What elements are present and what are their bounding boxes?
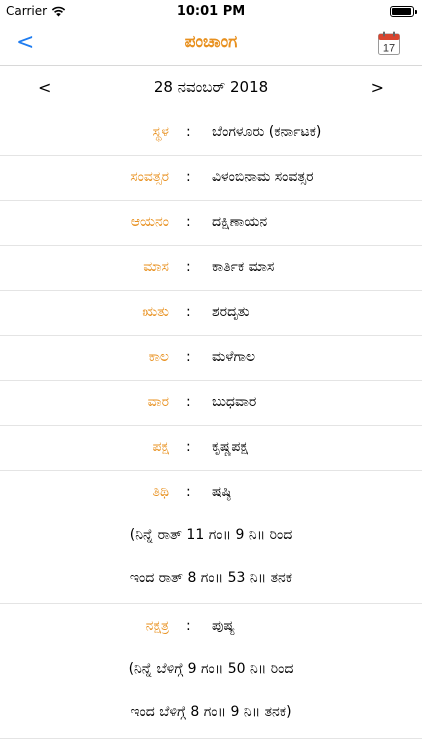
row-colon: : [186,349,191,365]
tithi-label: ತಿಥಿ [152,484,169,500]
nakshatra-label: ನಕ್ಷತ್ರ [145,618,169,634]
row-colon: : [186,618,191,634]
tithi-value: ಷಷ್ಠಿ [212,484,232,500]
row-colon: : [186,214,191,230]
row-ayana: ಆಯನಂ : ದಕ್ಷಿಣಾಯನ [0,201,422,246]
row-nakshatra: ನಕ್ಷತ್ರ : ಪುಷ್ಯ (ನಿನ್ನೆ ಬೆಳಿಗ್ಗೆ 9 ಗಂ॥ 5… [0,605,422,739]
row-colon: : [186,169,191,185]
row-masa: ಮಾಸ : ಕಾರ್ತಿಕ ಮಾಸ [0,246,422,291]
row-tithi: ತಿಥಿ : ಷಷ್ಠಿ (ನಿನ್ನೆ ರಾತ್ 11 ಗಂ॥ 9 ನಿ॥ ರ… [0,471,422,604]
navigation-bar: < ಪಂಚಾಂಗ 17 [0,22,422,66]
current-date: 28 ನವಂಬರ್ 2018 [153,78,269,96]
status-time: 10:01 PM [176,4,246,19]
row-label: ಸಂವತ್ಸರ [130,169,169,185]
row-label: ಪಕ್ಷ [152,439,169,455]
row-label: ಕಾಲ [148,349,169,365]
row-value: ಕಾರ್ತಿಕ ಮಾಸ [212,259,275,275]
row-colon: : [186,304,191,320]
row-value: ಮಳೆಗಾಲ [212,349,256,365]
row-ritu: ಋತು : ಶರದೃತು [0,291,422,336]
date-navigator: < 28 ನವಂಬರ್ 2018 > [0,66,422,110]
row-samvatsara: ಸಂವತ್ಸರ : ವಿಳಂಬಿನಾಮ ಸಂವತ್ಸರ [0,156,422,201]
row-kala: ಕಾಲ : ಮಳೆಗಾಲ [0,336,422,381]
row-label: ಮಾಸ [143,259,169,275]
row-vara: ವಾರ : ಬುಧವಾರ [0,381,422,426]
battery-tip [415,10,417,14]
row-place: ಸ್ಥಳ : ಬೆಂಗಳೂರು (ಕರ್ನಾಟಕ) [0,111,422,156]
page-title: ಪಂಚಾಂಗ [184,32,238,52]
calendar-day-text: 17 [383,43,395,55]
battery-icon [390,6,417,17]
row-label: ವಾರ [147,394,169,410]
nakshatra-end-time: ಇಂದ ಬೆಳಿಗ್ಗೆ 8 ಗಂ॥ 9 ನಿ॥ ತನಕ) [130,704,292,720]
battery-fill [392,8,411,15]
row-colon: : [186,124,191,140]
row-value: ಶರದೃತು [212,304,250,320]
row-colon: : [186,259,191,275]
row-label: ಸ್ಥಳ [152,124,169,140]
status-bar: Carrier 10:01 PM [0,0,422,22]
row-value: ಬುಧವಾರ [212,394,257,410]
calendar-icon[interactable]: 17 [378,31,400,55]
row-colon: : [186,484,191,500]
row-colon: : [186,439,191,455]
row-label: ಋತು [142,304,169,320]
tithi-start-time: (ನಿನ್ನೆ ರಾತ್ 11 ಗಂ॥ 9 ನಿ॥ ರಿಂದ [129,527,293,543]
next-day-button[interactable]: > [371,78,384,97]
row-value: ವಿಳಂಬಿನಾಮ ಸಂವತ್ಸರ [212,169,314,185]
nakshatra-value: ಪುಷ್ಯ [212,618,235,634]
tithi-end-time: ಇಂದ ರಾತ್ 8 ಗಂ॥ 53 ನಿ॥ ತನಕ [129,570,293,586]
row-paksha: ಪಕ್ಷ : ಕೃಷ್ಣಪಕ್ಷ [0,426,422,471]
row-colon: : [186,394,191,410]
row-label: ಆಯನಂ [130,214,169,230]
nakshatra-start-time: (ನಿನ್ನೆ ಬೆಳಿಗ್ಗೆ 9 ಗಂ॥ 50 ನಿ॥ ರಿಂದ [128,661,294,677]
row-value: ಕೃಷ್ಣಪಕ್ಷ [212,439,248,455]
row-value: ದಕ್ಷಿಣಾಯನ [212,214,268,230]
row-value: ಬೆಂಗಳೂರು (ಕರ್ನಾಟಕ) [212,124,322,140]
